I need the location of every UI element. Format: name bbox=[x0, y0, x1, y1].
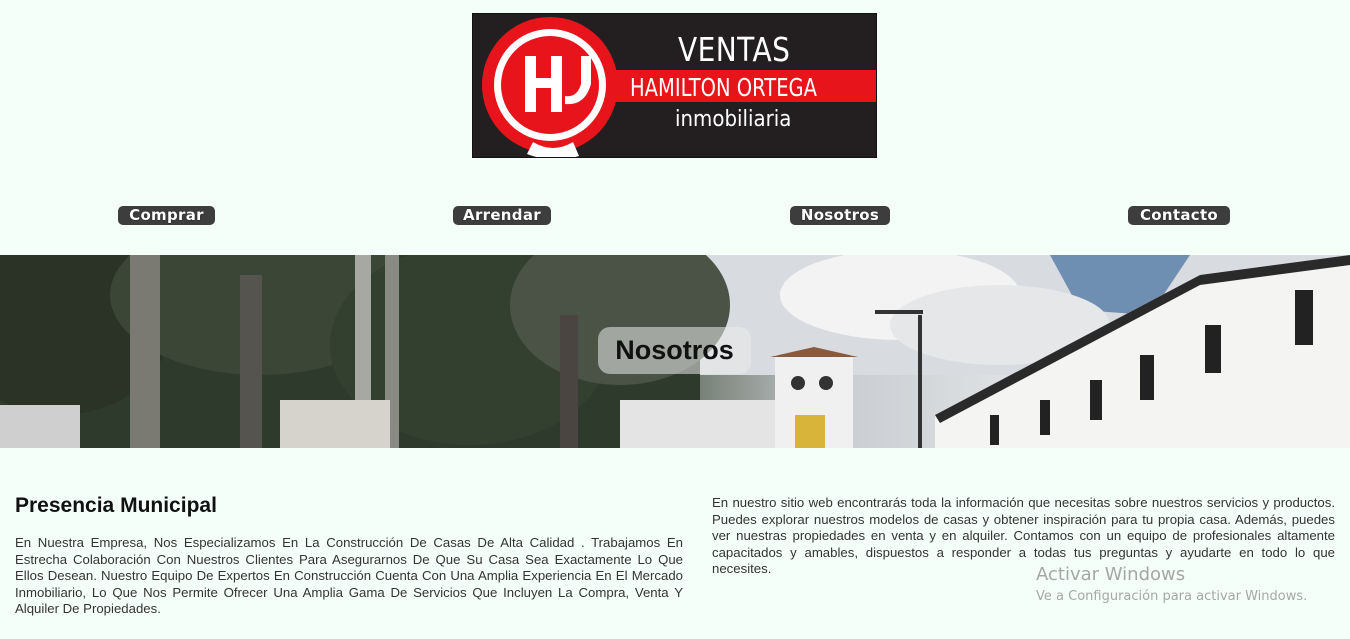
page: VENTAS HAMILTON ORTEGA inmobiliaria Comp… bbox=[0, 0, 1350, 639]
logo-text-ventas: VENTAS bbox=[678, 30, 791, 69]
logo-text-name: HAMILTON ORTEGA bbox=[630, 73, 817, 102]
nav-contacto-button[interactable]: Contacto bbox=[1128, 206, 1230, 225]
nav-nosotros-button[interactable]: Nosotros bbox=[790, 206, 890, 225]
nav-arrendar-button[interactable]: Arrendar bbox=[453, 206, 551, 225]
logo-monogram-icon bbox=[482, 17, 618, 157]
company-logo[interactable]: VENTAS HAMILTON ORTEGA inmobiliaria bbox=[472, 13, 877, 158]
windows-activation-subtitle: Ve a Configuración para activar Windows. bbox=[1036, 589, 1308, 604]
banner-title: Nosotros bbox=[598, 327, 751, 374]
section-heading: Presencia Municipal bbox=[15, 494, 217, 517]
nav-comprar-button[interactable]: Comprar bbox=[118, 206, 215, 225]
about-paragraph-right: En nuestro sitio web encontrarás toda la… bbox=[712, 495, 1335, 576]
about-paragraph-left: En Nuestra Empresa, Nos Especializamos E… bbox=[15, 535, 683, 616]
logo-text-inmobiliaria: inmobiliaria bbox=[675, 107, 792, 132]
windows-activation-title: Activar Windows bbox=[1036, 564, 1186, 585]
